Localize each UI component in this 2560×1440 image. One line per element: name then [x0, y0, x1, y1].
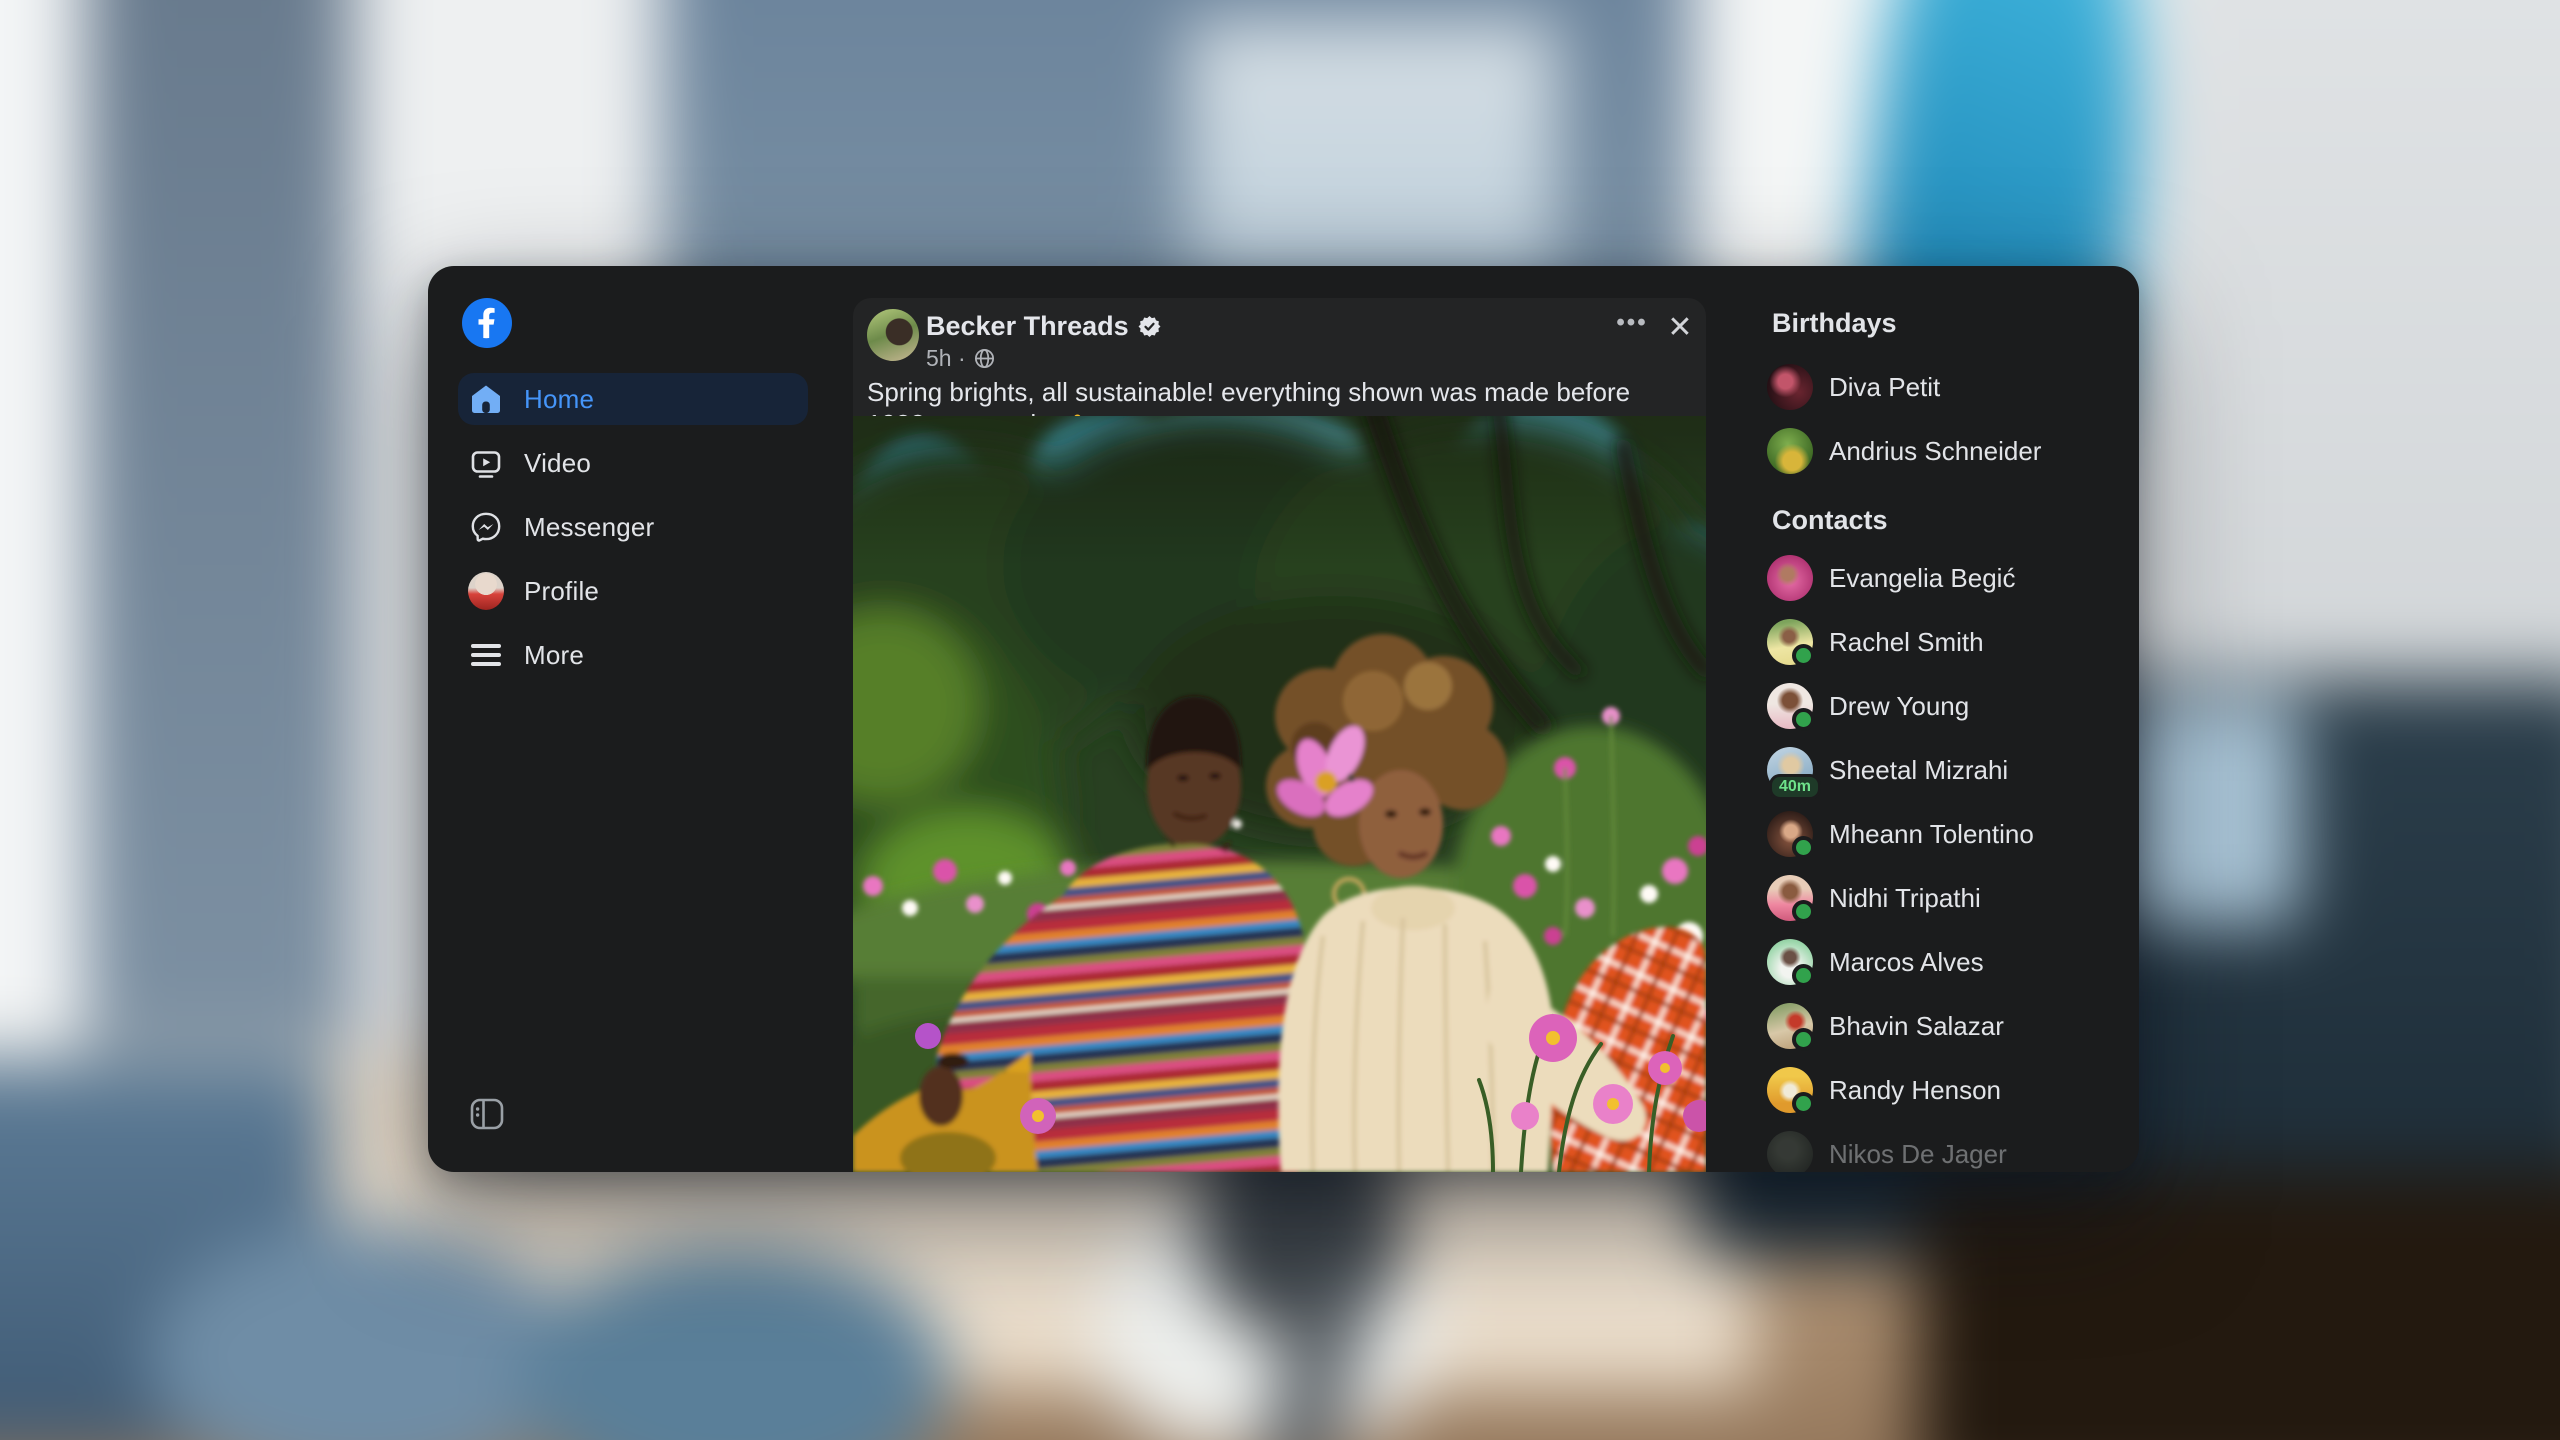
contact-row-marcos-alves[interactable]: Marcos Alves [1767, 930, 2139, 994]
nav-label-messenger: Messenger [524, 512, 654, 543]
post-author-avatar[interactable] [867, 309, 919, 361]
avatar [1767, 364, 1813, 410]
facebook-logo[interactable] [462, 298, 512, 348]
facebook-logo-icon [462, 298, 512, 348]
post-timestamp: 5h · [926, 345, 966, 372]
avatar [1767, 939, 1813, 985]
person-name: Evangelia Begić [1829, 563, 2015, 594]
person-name: Rachel Smith [1829, 627, 1984, 658]
right-rail: Birthdays Diva Petit Andrius Schneider C… [1767, 308, 2139, 1172]
birthday-row-diva-petit[interactable]: Diva Petit [1767, 355, 2139, 419]
avatar [1767, 428, 1813, 474]
person-name: Bhavin Salazar [1829, 1011, 2004, 1042]
nav-label-home: Home [524, 384, 594, 415]
facebook-window: Home Video Messenger Pr [428, 266, 2139, 1172]
contact-row-bhavin-salazar[interactable]: Bhavin Salazar [1767, 994, 2139, 1058]
online-status-dot [1792, 644, 1815, 667]
online-status-dot [1792, 708, 1815, 731]
feed-post-card: Becker Threads 5h · ••• ✕ Spring brights… [853, 298, 1706, 1172]
nav-label-video: Video [524, 448, 591, 479]
ellipsis-icon: ••• [1616, 309, 1647, 337]
video-icon [468, 445, 504, 481]
avatar [1767, 619, 1813, 665]
contact-row-rachel-smith[interactable]: Rachel Smith [1767, 610, 2139, 674]
person-name: Nidhi Tripathi [1829, 883, 1981, 914]
online-status-dot [1792, 1028, 1815, 1051]
online-status-dot [1792, 964, 1815, 987]
nav-item-messenger[interactable]: Messenger [458, 501, 808, 553]
close-icon: ✕ [1667, 310, 1692, 345]
post-more-button[interactable]: ••• [1610, 305, 1654, 349]
nav-item-home[interactable]: Home [458, 373, 808, 425]
avatar [1767, 555, 1813, 601]
avatar [1767, 811, 1813, 857]
home-icon [468, 381, 504, 417]
online-status-dot [1792, 900, 1815, 923]
more-menu-icon [468, 637, 504, 673]
person-name: Marcos Alves [1829, 947, 1984, 978]
birthdays-title: Birthdays [1772, 308, 2139, 339]
last-active-badge: 40m [1769, 774, 1821, 800]
nav-label-profile: Profile [524, 576, 599, 607]
verified-badge-icon [1138, 315, 1161, 338]
avatar [1767, 1067, 1813, 1113]
contacts-title: Contacts [1772, 505, 2139, 536]
birthday-row-andrius-schneider[interactable]: Andrius Schneider [1767, 419, 2139, 483]
avatar [1767, 683, 1813, 729]
online-status-dot [1792, 836, 1815, 859]
nav-label-more: More [524, 640, 584, 671]
contact-row-sheetal-mizrahi[interactable]: 40m Sheetal Mizrahi [1767, 738, 2139, 802]
avatar [1767, 1003, 1813, 1049]
contact-row-nidhi-tripathi[interactable]: Nidhi Tripathi [1767, 866, 2139, 930]
screen: Home Video Messenger Pr [0, 0, 2560, 1440]
person-name: Drew Young [1829, 691, 1969, 722]
person-name: Andrius Schneider [1829, 436, 2041, 467]
person-name: Randy Henson [1829, 1075, 2001, 1106]
person-name: Diva Petit [1829, 372, 1940, 403]
person-name: Nikos De Jager [1829, 1139, 2007, 1170]
profile-avatar [468, 573, 504, 609]
nav-item-video[interactable]: Video [458, 437, 808, 489]
contact-row-mheann-tolentino[interactable]: Mheann Tolentino [1767, 802, 2139, 866]
online-status-dot [1792, 1092, 1815, 1115]
contact-row-randy-henson[interactable]: Randy Henson [1767, 1058, 2139, 1122]
post-photo[interactable] [853, 416, 1706, 1172]
avatar: 40m [1767, 747, 1813, 793]
nav-item-more[interactable]: More [458, 629, 808, 681]
messenger-icon [468, 509, 504, 545]
post-close-button[interactable]: ✕ [1658, 305, 1702, 349]
contact-row-evangelia-begic[interactable]: Evangelia Begić [1767, 546, 2139, 610]
avatar [1767, 875, 1813, 921]
nav-item-profile[interactable]: Profile [458, 565, 808, 617]
contact-row-nikos-de-jager[interactable]: Nikos De Jager [1767, 1122, 2139, 1172]
person-name: Mheann Tolentino [1829, 819, 2034, 850]
contact-row-drew-young[interactable]: Drew Young [1767, 674, 2139, 738]
post-author-name[interactable]: Becker Threads [926, 311, 1129, 342]
avatar [1767, 1131, 1813, 1172]
sidebar-toggle-icon[interactable] [470, 1098, 504, 1130]
person-name: Sheetal Mizrahi [1829, 755, 2008, 786]
audience-globe-icon [974, 348, 995, 369]
